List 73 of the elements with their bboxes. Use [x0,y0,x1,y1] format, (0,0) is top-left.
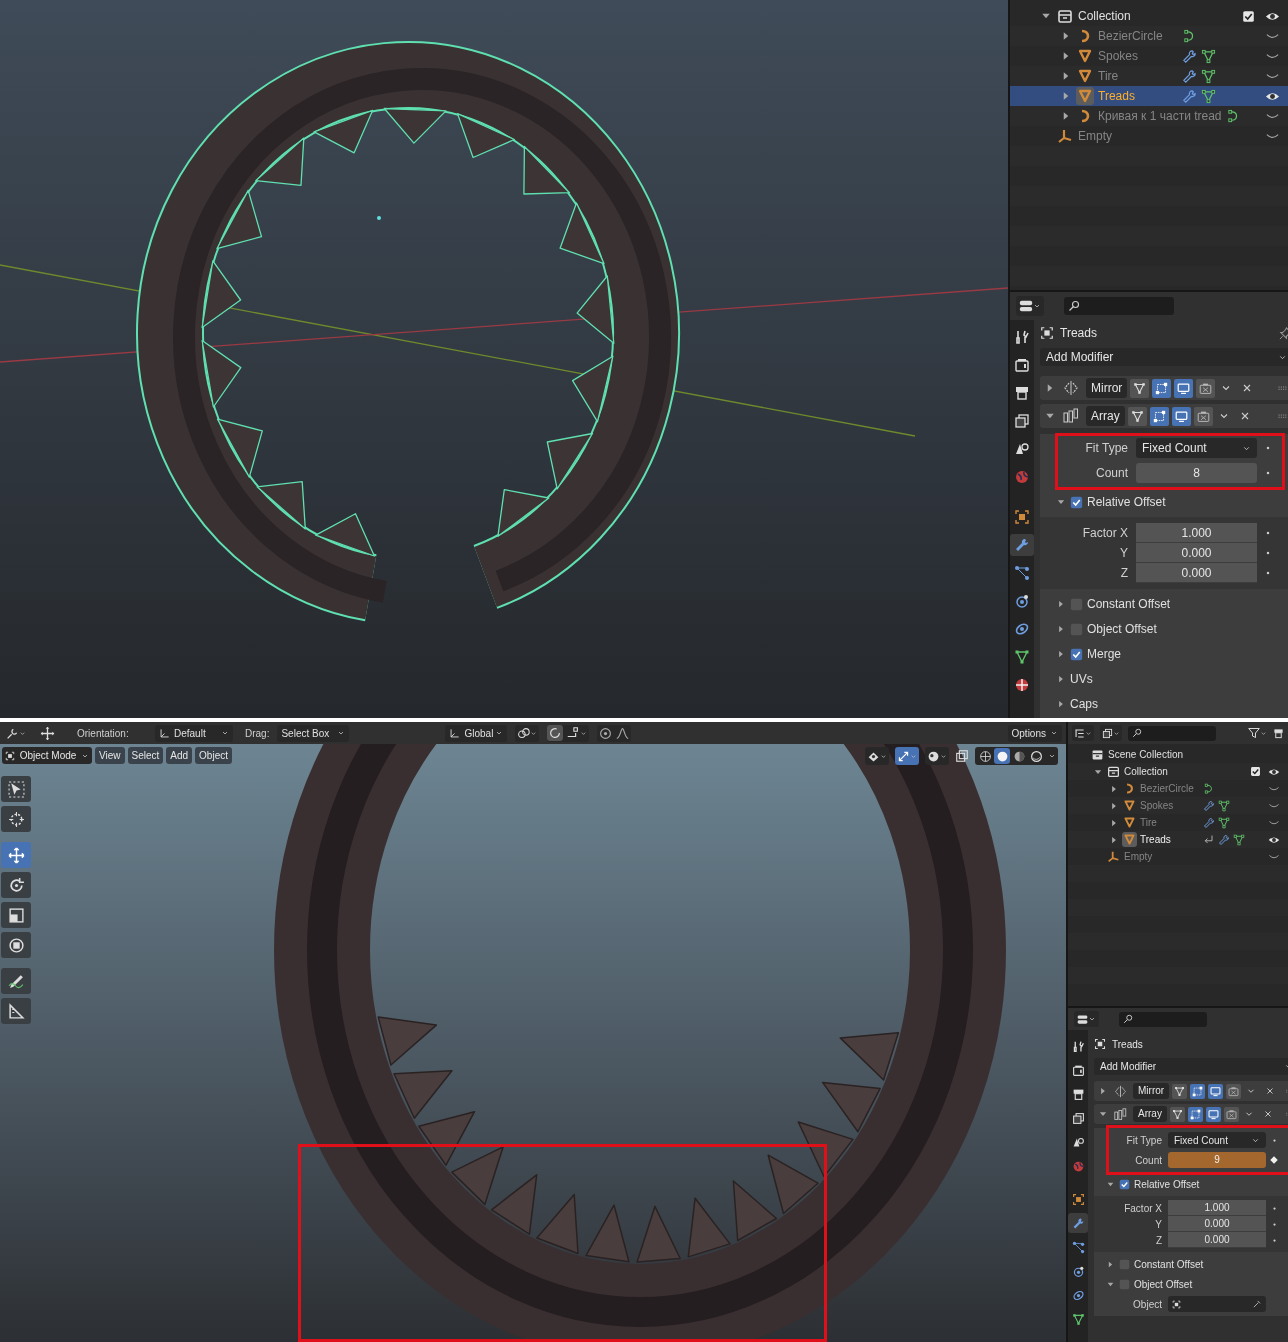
field-label: Y [1154,1217,1163,1232]
menu-button[interactable]: View [95,747,125,764]
field-label: Z [1154,1233,1163,1248]
section-label[interactable]: Object Offset [1134,1276,1193,1292]
modifier-name-field[interactable]: Array [1133,1106,1167,1122]
dropdown-label: Default [174,726,206,741]
count-field[interactable]: 8 [1136,463,1257,483]
section-label[interactable]: Object Offset [1087,620,1157,638]
section-label[interactable]: Constant Offset [1134,1256,1204,1272]
number-field[interactable]: 0.000 [1136,563,1257,583]
outliner-label[interactable]: BezierCircle [1140,781,1200,796]
menu-button[interactable]: Object [195,747,232,764]
object-name: Treads [1112,1037,1144,1052]
field-label: Object [1132,1297,1163,1312]
section-label[interactable]: Relative Offset [1134,1176,1200,1192]
outliner-row[interactable]: Treads [1010,86,1288,106]
count-field[interactable]: 9 [1168,1152,1266,1168]
outliner-label[interactable]: Tire [1098,67,1178,85]
outliner-label[interactable]: Spokes [1098,47,1178,65]
add-modifier-dropdown[interactable]: Add Modifier [1040,348,1288,366]
outliner-label[interactable]: Collection [1124,764,1184,779]
options-dropdown[interactable]: Options [1007,724,1062,742]
section-label[interactable]: Caps [1070,695,1098,713]
dropdown-label: Add Modifier [1046,349,1114,366]
outliner-label[interactable]: Spokes [1140,798,1200,813]
outliner-label[interactable]: Treads [1140,832,1200,847]
modifier-name-field[interactable]: Mirror [1133,1083,1170,1099]
section-label[interactable]: Constant Offset [1087,595,1171,613]
outliner-label[interactable]: Кривая к 1 части tread [1098,107,1222,125]
section-label[interactable]: Relative Offset [1087,493,1166,511]
drag-dropdown[interactable]: Select Box [277,724,350,742]
transform-orientation-dropdown[interactable]: Global [445,724,508,742]
field-label: Factor X [1081,525,1129,542]
field-label: Count [1094,465,1129,482]
number-field[interactable]: 0.000 [1168,1216,1266,1232]
fit-type-dropdown[interactable]: Fixed Count [1136,438,1257,458]
outliner-label[interactable]: Treads [1098,87,1178,105]
fit-type-dropdown[interactable]: Fixed Count [1168,1132,1266,1148]
section-label[interactable]: Merge [1087,645,1121,663]
mode-dropdown[interactable]: Object Mode [2,747,92,764]
dropdown-label: Fixed Count [1174,1133,1228,1148]
dropdown-label: Add Modifier [1100,1060,1157,1074]
dropdown-label: Fixed Count [1142,440,1207,457]
section-label[interactable]: UVs [1070,670,1093,688]
dropdown-label: Object Mode [18,749,78,763]
orientation-label: Orientation: [77,726,130,741]
drag-label: Drag: [245,726,270,741]
number-field[interactable]: 0.000 [1168,1232,1266,1248]
menu-button[interactable]: Select [127,747,164,764]
modifier-name-field[interactable]: Array [1086,406,1125,426]
modifier-name-field[interactable]: Mirror [1086,378,1128,398]
field-label: Factor X [1123,1201,1163,1216]
field-label: Z [1119,565,1129,582]
outliner-label[interactable]: Empty [1078,127,1158,145]
outliner-label[interactable]: Tire [1140,815,1200,830]
add-modifier-dropdown[interactable]: Add Modifier [1094,1058,1288,1075]
orientation-dropdown[interactable]: Default [155,724,233,742]
field-label: Count [1134,1153,1163,1168]
field-label: Y [1119,545,1129,562]
field-label: Fit Type [1084,440,1129,457]
outliner-label[interactable]: Empty [1124,849,1184,864]
menu-button[interactable]: Add [166,747,193,764]
number-field[interactable]: 1.000 [1168,1200,1266,1216]
field-label: Fit Type [1125,1133,1163,1148]
dropdown-label: Select Box [281,726,330,741]
dropdown-label: Options [1011,726,1046,741]
outliner-label[interactable]: BezierCircle [1098,27,1178,45]
object-name: Treads [1060,325,1098,342]
outliner-label[interactable]: Collection [1078,7,1158,25]
number-field[interactable]: 0.000 [1136,543,1257,563]
dropdown-label: Global [464,726,494,741]
number-field[interactable]: 1.000 [1136,523,1257,543]
outliner-label[interactable]: Scene Collection [1108,747,1184,762]
